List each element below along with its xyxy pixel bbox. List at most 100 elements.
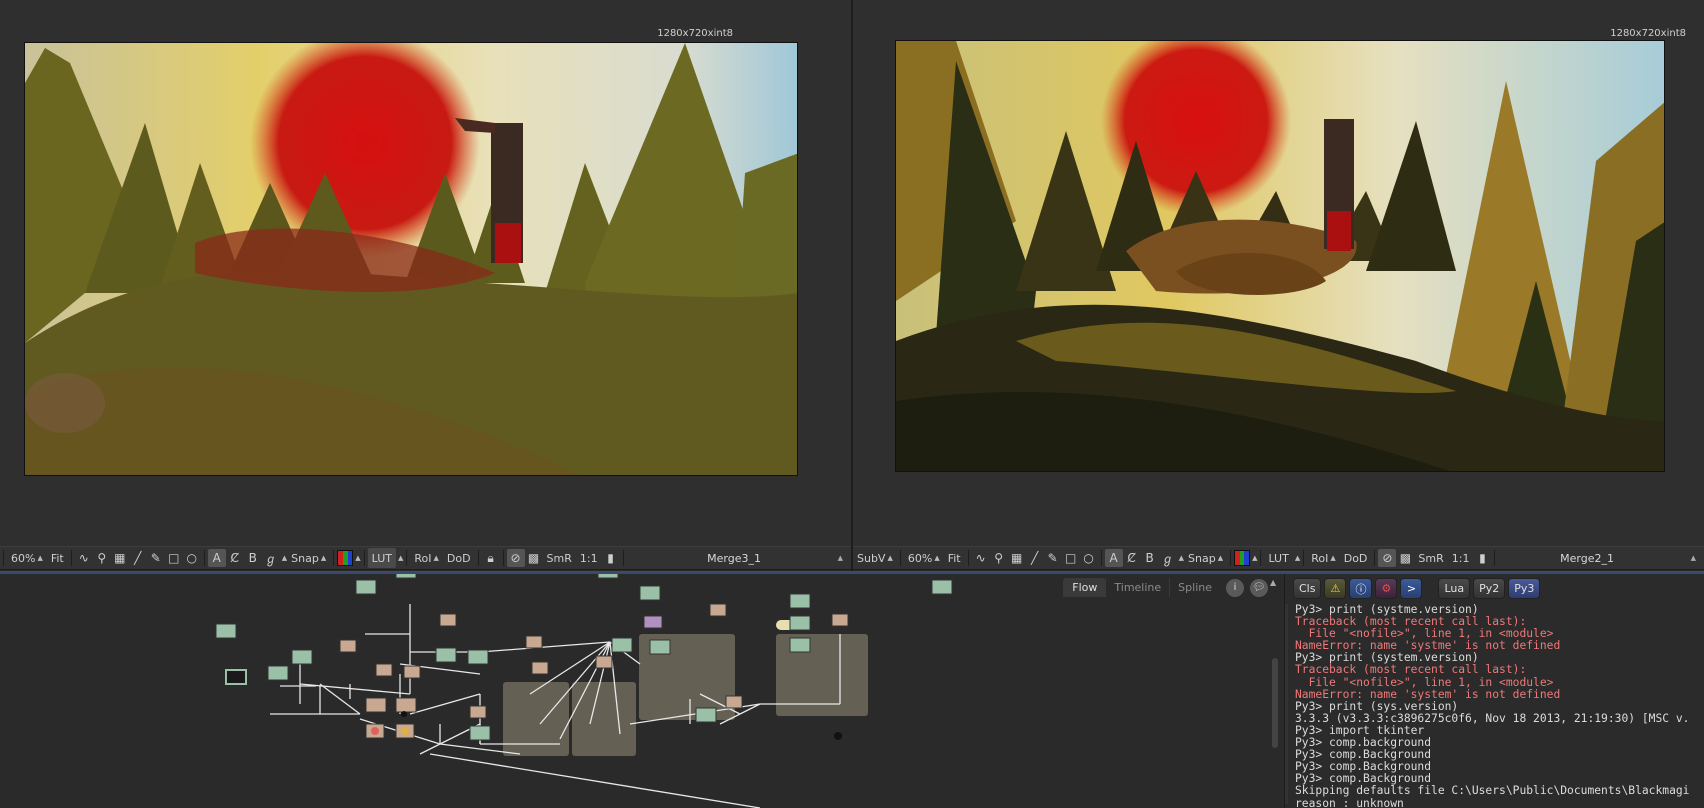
resolution-label: 1280x720xint8 [657,28,733,39]
lock-icon[interactable]: 🔒︎ [482,549,500,567]
node-graph[interactable] [0,574,1270,808]
flow-tabs: Flow Timeline Spline i 💬︎ [1063,578,1268,597]
tab-spline[interactable]: Spline [1169,578,1220,597]
flow-panel[interactable]: Flow Timeline Spline i 💬︎ ▲ [0,574,1282,808]
roi-dropdown[interactable]: RoI ▲ [410,548,443,568]
lut-label: LUT [371,551,392,565]
spline-tool-icon[interactable]: ∿ [972,549,990,567]
input-filter-icon[interactable]: > [1400,578,1423,599]
dropdown-arrow-icon[interactable]: ▲ [1295,554,1300,562]
rgb-channels-icon[interactable] [337,550,354,566]
toolbar-separator [406,550,408,566]
subview-label: SubV [857,551,886,565]
buffer-a-icon[interactable]: A [207,549,226,567]
zoom-dropdown[interactable]: 60% ▲ [7,548,47,568]
dropdown-arrow-icon[interactable]: ▲ [398,554,403,562]
smr-label: SmR [1418,551,1444,565]
lut-button[interactable]: LUT [367,548,396,568]
node-group[interactable] [572,682,636,756]
toolbar-separator [967,550,969,566]
snap-dropdown[interactable]: Snap ▲ [287,548,330,568]
levels-icon[interactable]: ▮ [602,549,620,567]
dropdown-arrow-icon[interactable]: ▲ [1691,554,1696,562]
rectangle-icon[interactable]: □ [1062,549,1080,567]
console-scrollbar[interactable] [1285,604,1288,804]
forest-scene-image [25,43,797,475]
console-panel: Cls ⚠ ⓘ ⚙ > Lua Py2 Py3 Py3> print (syst… [1284,574,1704,808]
wand-icon[interactable]: ✎ [1044,549,1062,567]
warning-filter-icon[interactable]: ⚠ [1324,578,1347,599]
proxy-icon[interactable]: ⊘ [1378,549,1397,567]
subview-icon[interactable]: ⚲ [990,549,1008,567]
dropdown-arrow-icon[interactable]: ▲ [1252,554,1257,562]
buffer-a-icon[interactable]: A [1104,549,1123,567]
py2-button[interactable]: Py2 [1473,578,1506,599]
lut-button[interactable]: LUT [1264,548,1292,568]
snap-label: Snap [1188,551,1216,565]
error-filter-icon[interactable]: ⚙ [1375,578,1398,599]
comment-icon[interactable]: 💬︎ [1250,578,1268,597]
roi-dropdown[interactable]: RoI ▲ [1307,548,1340,568]
lua-button[interactable]: Lua [1438,578,1471,599]
rgb-channels-icon[interactable] [1234,550,1251,566]
rectangle-icon[interactable]: □ [165,549,183,567]
toolbar-separator [1303,550,1305,566]
tab-flow[interactable]: Flow [1063,578,1106,597]
spline-tool-icon[interactable]: ∿ [75,549,93,567]
scroll-thumb[interactable] [1272,658,1278,748]
circle-icon[interactable]: ○ [183,549,201,567]
buffer-b-icon[interactable]: B [1141,549,1159,567]
checkerboard-icon[interactable]: ▩ [1396,549,1414,567]
checkerboard-icon[interactable]: ▩ [525,549,543,567]
ratio-button[interactable]: 1:1 [1448,548,1474,568]
scroll-up-icon[interactable]: ▲ [1270,578,1276,587]
viewer-right[interactable]: 1280x720xint8 [853,0,1704,546]
guides-icon[interactable]: ℊ [262,549,280,567]
ab-compare-icon[interactable]: Ȼ [226,549,244,567]
checker-icon[interactable]: ▦ [1008,549,1026,567]
fit-button[interactable]: Fit [944,548,965,568]
toolbar-separator [502,550,504,566]
smr-button[interactable]: SmR [1414,548,1447,568]
info-filter-icon[interactable]: ⓘ [1349,578,1373,599]
dropdown-arrow-icon: ▲ [320,554,327,562]
circle-icon[interactable]: ○ [1080,549,1098,567]
smr-button[interactable]: SmR [543,548,576,568]
brush-icon[interactable]: ╱ [1026,549,1044,567]
zoom-dropdown[interactable]: 60% ▲ [904,548,944,568]
ratio-button[interactable]: 1:1 [576,548,602,568]
py3-button[interactable]: Py3 [1508,578,1541,599]
forest-scene-image [896,41,1664,471]
zoom-value: 60% [907,551,933,565]
dropdown-arrow-icon[interactable]: ▲ [838,554,843,562]
brush-icon[interactable]: ╱ [129,549,147,567]
dod-button[interactable]: DoD [1340,548,1372,568]
subview-icon[interactable]: ⚲ [93,549,111,567]
ab-compare-icon[interactable]: Ȼ [1123,549,1141,567]
snap-dropdown[interactable]: Snap ▲ [1184,548,1227,568]
dod-button[interactable]: DoD [443,548,475,568]
proxy-icon[interactable]: ⊘ [506,549,525,567]
viewer-left[interactable]: 1280x720xint8 [0,0,851,546]
flow-scrollbar[interactable]: ▲ [1270,578,1280,804]
viewer-image-merge3[interactable] [24,42,798,476]
wand-icon[interactable]: ✎ [147,549,165,567]
console-output[interactable]: Py3> print (systme.version) Traceback (mo… [1295,604,1703,808]
guides-icon[interactable]: ℊ [1159,549,1177,567]
toolbar-separator [3,550,4,566]
node-group[interactable] [503,682,569,756]
tab-timeline[interactable]: Timeline [1105,578,1169,597]
info-icon[interactable]: i [1226,578,1244,597]
smr-label: SmR [546,551,572,565]
toolbar-separator [1374,550,1376,566]
clear-button[interactable]: Cls [1293,578,1322,599]
checker-icon[interactable]: ▦ [111,549,129,567]
toolbar-separator [899,550,901,566]
fit-button[interactable]: Fit [47,548,68,568]
viewer-image-merge2[interactable] [895,40,1665,472]
console-line: File "<nofile>", line 1, in <module> [1295,675,1554,689]
subview-dropdown[interactable]: SubV ▲ [853,548,897,568]
levels-icon[interactable]: ▮ [1473,549,1491,567]
dropdown-arrow-icon[interactable]: ▲ [355,554,360,562]
buffer-b-icon[interactable]: B [244,549,262,567]
